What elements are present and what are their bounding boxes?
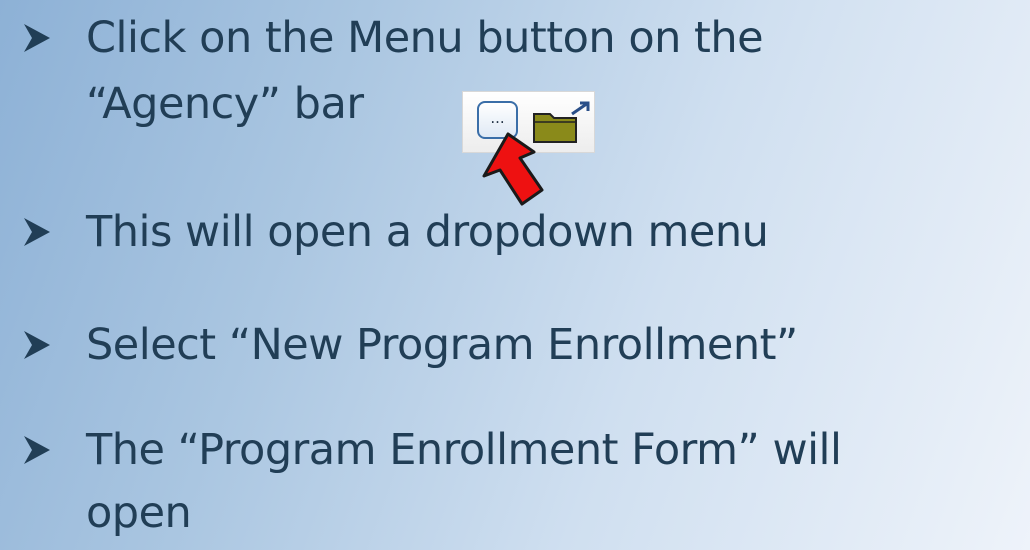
red-arrow-icon [482,132,544,206]
slide: Click on the Menu button on the “Agency”… [0,0,1030,550]
bullet-4-text: The “Program Enrollment Form” will [86,425,842,475]
arrow-bullet-icon [8,8,66,68]
arrow-bullet-icon [8,315,66,375]
bullet-4-continuation: open [86,488,192,538]
arrow-bullet-icon [8,202,66,262]
bullet-3-text: Select “New Program Enrollment” [86,320,798,370]
bullet-1-continuation: “Agency” bar [86,79,364,129]
ellipsis-menu-icon: ... [490,109,505,127]
arrow-bullet-icon [8,420,66,480]
bullet-1-text: Click on the Menu button on the [86,13,764,63]
bullet-2-text: This will open a dropdown menu [86,207,769,257]
